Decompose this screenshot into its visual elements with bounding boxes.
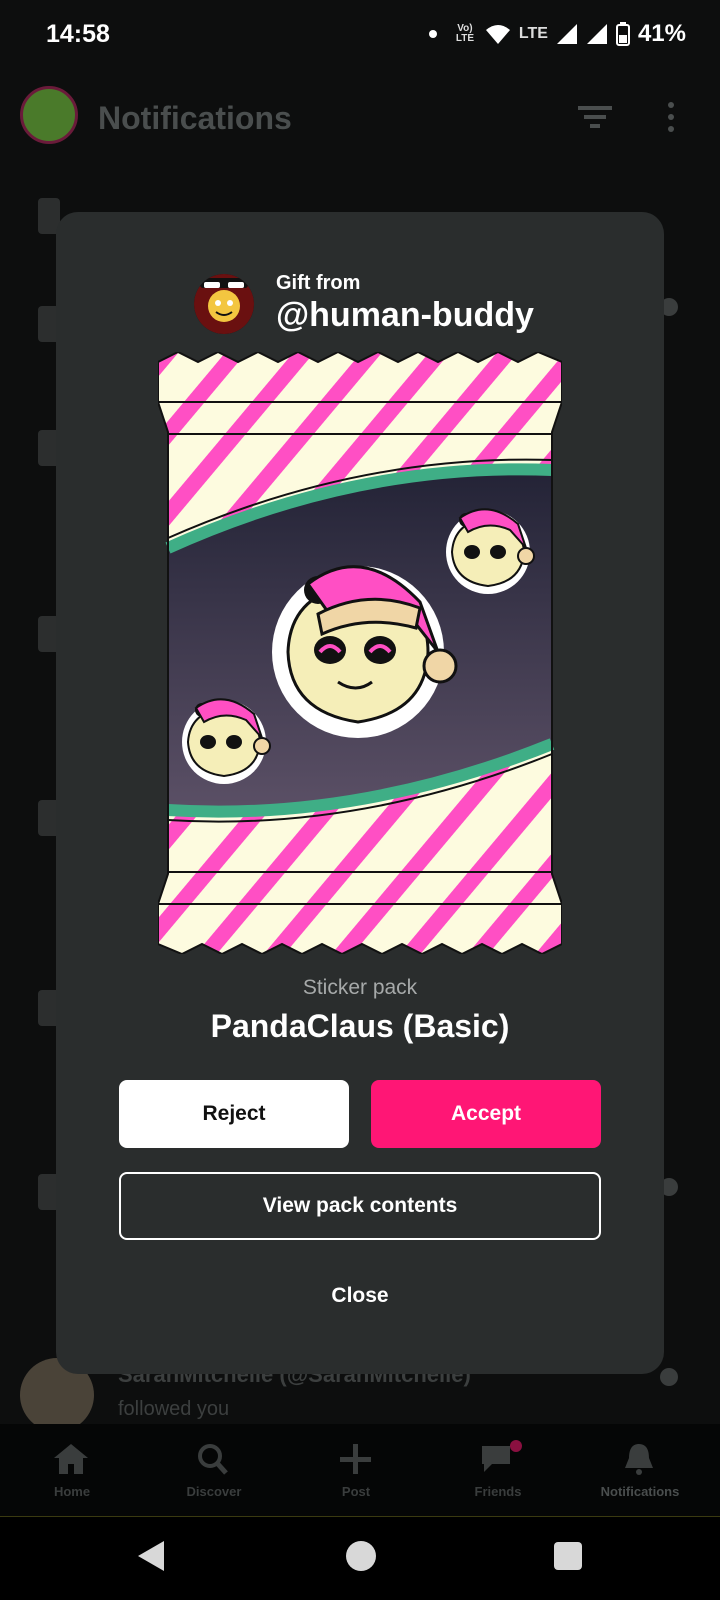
back-icon[interactable] [138,1541,164,1571]
nav-label: Friends [474,1484,522,1499]
reject-button[interactable]: Reject [119,1080,349,1148]
nav-notifications[interactable]: Notifications [568,1424,712,1516]
nav-label: Post [341,1484,371,1499]
nav-friends[interactable]: Friends [426,1424,570,1516]
status-time: 14:58 [46,20,110,48]
gift-from-label: Gift from [276,272,361,294]
page-title: Notifications [98,100,292,136]
friends-badge [510,1440,522,1452]
wifi-icon [485,25,510,44]
filter-icon[interactable] [578,104,612,130]
status-bar: 14:58 Vo) LTE LTE 41% [0,0,720,72]
sender-handle: @human-buddy [276,296,534,334]
nav-home[interactable]: Home [0,1424,144,1516]
battery-icon [615,22,630,46]
pack-type-label: Sticker pack [302,976,418,999]
more-options-icon[interactable] [668,102,676,134]
recents-icon[interactable] [554,1542,582,1570]
view-pack-contents-button[interactable]: View pack contents [119,1172,601,1240]
close-button[interactable]: Close [260,1268,460,1324]
unread-dot-icon [660,1368,678,1386]
notification-subtext: followed you [118,1398,230,1420]
accept-button[interactable]: Accept [371,1080,601,1148]
sender-avatar [194,274,254,334]
nav-post[interactable]: Post [284,1424,428,1516]
volte-icon: Vo) LTE [455,23,474,44]
gift-dialog: Gift from @human-buddy Sticker pack Pand… [56,212,664,1374]
pack-name: PandaClaus (Basic) [210,1008,510,1044]
nav-label: Discover [186,1484,242,1499]
app-header: Notifications [0,72,720,168]
plus-icon [340,1444,371,1474]
status-icons: Vo) LTE LTE 41% [428,20,686,48]
signal-icon [556,24,577,44]
nav-label: Notifications [600,1484,680,1499]
home-button-icon[interactable] [346,1541,376,1571]
nav-discover[interactable]: Discover [142,1424,286,1516]
search-icon [198,1444,228,1475]
bell-icon [625,1444,653,1475]
system-nav-bar [0,1516,720,1600]
signal-icon-2 [586,24,607,44]
bottom-nav: Home Discover Post Friends Notifications [0,1424,720,1516]
battery-percent: 41% [637,20,686,47]
notification-dot-icon [428,30,437,38]
home-icon [54,1444,88,1474]
sticker-pack-image [158,352,562,954]
network-type-label: LTE [518,25,548,42]
nav-label: Home [53,1484,91,1499]
profile-avatar[interactable] [20,86,78,144]
